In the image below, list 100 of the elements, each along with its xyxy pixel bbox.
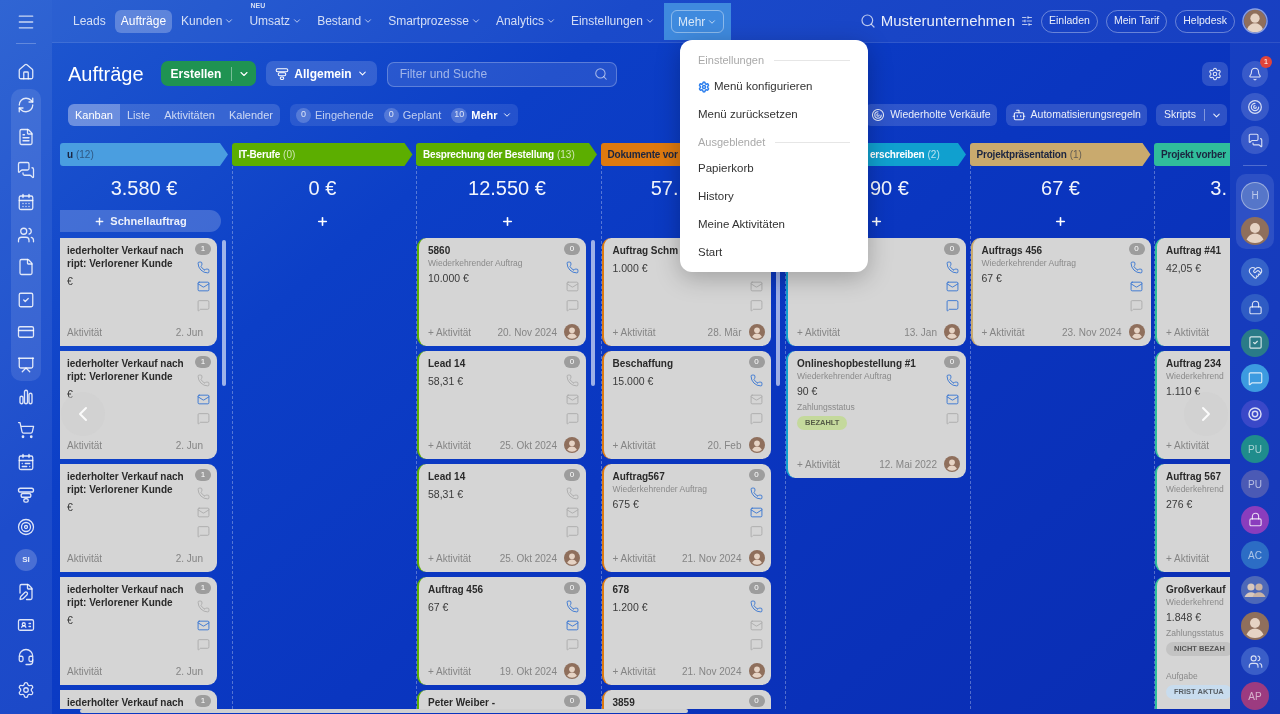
deal-card[interactable]: 678 1.200 € 0 + Aktivität 21. Nov 2024 — [601, 577, 771, 685]
add-activity-link[interactable]: + Aktivität — [1166, 324, 1210, 340]
menu-item[interactable]: Menü konfigurieren — [680, 73, 868, 101]
user-initials-avatar[interactable]: SI — [15, 548, 37, 571]
mail-icon[interactable] — [565, 506, 579, 519]
add-activity-link[interactable]: + Aktivität — [981, 324, 1025, 340]
group-avatar-icon[interactable] — [1241, 576, 1269, 605]
view-tab[interactable]: Aktivitäten — [157, 104, 222, 126]
filter-preset-button[interactable]: Allgemein — [266, 61, 377, 86]
mail-icon[interactable] — [945, 393, 959, 406]
menu-item[interactable]: History — [680, 183, 868, 211]
phone-icon[interactable] — [196, 374, 210, 387]
counter-filter[interactable]: 10 Mehr — [451, 106, 512, 124]
mail-icon[interactable] — [196, 619, 210, 632]
counter-filter[interactable]: 0 Eingehende — [296, 106, 374, 124]
deal-card[interactable]: Peter Weiber - 0 — [417, 690, 586, 709]
deal-card[interactable]: Auftrag 567 Wiederkehrend 276 € + Aktivität — [1155, 464, 1230, 572]
phone-icon[interactable] — [196, 261, 210, 274]
deal-card[interactable]: 5860 Wiederkehrender Auftrag 10.000 € 0 + Aktivität 20. Nov 2024 — [417, 238, 586, 346]
lock-icon[interactable] — [1241, 293, 1269, 322]
user-initials-avatar[interactable]: PU — [1241, 470, 1269, 499]
mail-icon[interactable] — [750, 393, 763, 406]
view-tab[interactable]: Kalender — [221, 104, 280, 126]
nav-tab[interactable]: Einstellungen — [564, 9, 661, 33]
nav-tab[interactable]: Mehr — [663, 3, 732, 40]
avatar-icon[interactable] — [1241, 216, 1269, 245]
scripts-button[interactable]: Skripts — [1155, 104, 1227, 126]
toolbar-button[interactable]: Wiederholte Verkäufe — [865, 104, 997, 126]
avatar-icon[interactable] — [1241, 611, 1269, 640]
nav-tab[interactable]: Umsatz — [243, 9, 309, 33]
checkbox-icon[interactable] — [1241, 328, 1269, 357]
nav-tab[interactable]: Analytics — [489, 9, 562, 33]
user-avatar-icon[interactable] — [1242, 8, 1268, 34]
mail-icon[interactable] — [750, 280, 763, 293]
view-tab[interactable]: Kanban — [68, 104, 120, 126]
mail-icon[interactable] — [565, 393, 579, 406]
nav-tab[interactable]: Kunden — [175, 9, 241, 33]
user-initials-avatar[interactable]: PU — [1241, 435, 1269, 463]
add-activity-link[interactable]: Aktivität — [67, 550, 102, 566]
mail-icon[interactable] — [565, 619, 579, 632]
deal-card[interactable]: iederholter Verkauf nach ript: Verlorener Kunde € 1 Aktivität 2. Jun — [60, 351, 217, 459]
presentation-board-icon[interactable] — [17, 355, 35, 374]
add-activity-link[interactable]: + Aktivität — [612, 663, 656, 679]
deal-card[interactable]: 3859 0 — [601, 690, 771, 709]
phone-icon[interactable] — [750, 374, 763, 387]
view-tab[interactable]: Liste — [119, 104, 158, 126]
deal-card[interactable]: iederholter Verkauf nach 1 — [60, 690, 217, 709]
deal-card[interactable]: iederholter Verkauf nach ript: Verlorener Kunde € 1 Aktivität 2. Jun — [60, 577, 217, 685]
funnel-icon[interactable] — [17, 485, 35, 504]
deal-card[interactable]: Lead 14 58,31 € 0 + Aktivität 25. Okt 2024 — [417, 464, 586, 572]
deal-card[interactable]: iederholter Verkauf nach ript: Verlorener Kunde € 1 Aktivität 2. Jun — [60, 238, 217, 346]
add-activity-link[interactable]: + Aktivität — [428, 437, 472, 453]
phone-icon[interactable] — [196, 487, 210, 500]
deal-card[interactable]: Lead 14 58,31 € 0 + Aktivität 25. Okt 2024 — [417, 351, 586, 459]
phone-icon[interactable] — [196, 600, 210, 613]
mail-icon[interactable] — [196, 506, 210, 519]
vertical-scrollbar-thumb[interactable] — [591, 240, 595, 386]
document-list-icon[interactable] — [17, 128, 35, 147]
mail-icon[interactable] — [750, 619, 763, 632]
nav-tab[interactable]: Leads — [67, 9, 112, 33]
add-activity-link[interactable]: + Aktivität — [612, 437, 656, 453]
user-initials-avatar[interactable]: AP — [1241, 682, 1269, 711]
home-icon[interactable] — [17, 63, 35, 82]
add-activity-link[interactable]: + Aktivität — [1166, 550, 1210, 566]
menu-item[interactable]: Papierkorb — [680, 155, 868, 183]
phone-icon[interactable] — [750, 600, 763, 613]
vertical-scrollbar-thumb[interactable] — [222, 240, 226, 386]
add-activity-link[interactable]: Aktivität — [67, 324, 102, 340]
add-activity-link[interactable]: + Aktivität — [428, 550, 472, 566]
search-icon[interactable] — [859, 13, 876, 29]
mail-icon[interactable] — [196, 393, 210, 406]
mail-icon[interactable] — [196, 280, 210, 293]
add-activity-link[interactable]: + Aktivität — [612, 550, 656, 566]
chat-icon[interactable] — [1241, 364, 1269, 393]
deal-card[interactable]: Auftrags 456 Wiederkehrender Auftrag 67 € 0 + Aktivität 23. Nov 2024 — [970, 238, 1151, 346]
phone-icon[interactable] — [565, 487, 579, 500]
add-activity-link[interactable]: Aktivität — [67, 663, 102, 679]
add-activity-link[interactable]: + Aktivität — [797, 456, 841, 472]
user-initials-avatar[interactable]: AC — [1241, 541, 1269, 570]
phone-icon[interactable] — [945, 374, 959, 387]
document-edit-icon[interactable] — [17, 583, 35, 602]
add-activity-link[interactable]: + Aktivität — [1166, 437, 1210, 453]
nav-tab[interactable]: Aufträge — [114, 9, 173, 33]
people-icon[interactable] — [1241, 647, 1269, 676]
quick-add-button[interactable]: Schnellauftrag — [60, 210, 221, 232]
chat-bubbles-icon[interactable] — [17, 160, 35, 179]
toolbar-button[interactable]: Automatisierungsregeln — [1005, 104, 1147, 126]
phone-icon[interactable] — [1130, 261, 1143, 274]
lock-icon[interactable] — [1241, 505, 1269, 534]
checkbox-icon[interactable] — [17, 290, 35, 309]
user-initials-avatar[interactable]: H — [1241, 181, 1269, 210]
headset-icon[interactable] — [17, 648, 35, 667]
nav-tab[interactable]: Smartprozesse — [382, 9, 487, 33]
mail-icon[interactable] — [750, 506, 763, 519]
add-activity-link[interactable]: + Aktivität — [797, 324, 841, 340]
bell-icon[interactable] — [1242, 61, 1268, 88]
mail-icon[interactable] — [1130, 280, 1143, 293]
bar-chart-icon[interactable] — [17, 388, 35, 407]
mail-icon[interactable] — [565, 280, 579, 293]
add-activity-link[interactable]: Aktivität — [67, 437, 102, 453]
